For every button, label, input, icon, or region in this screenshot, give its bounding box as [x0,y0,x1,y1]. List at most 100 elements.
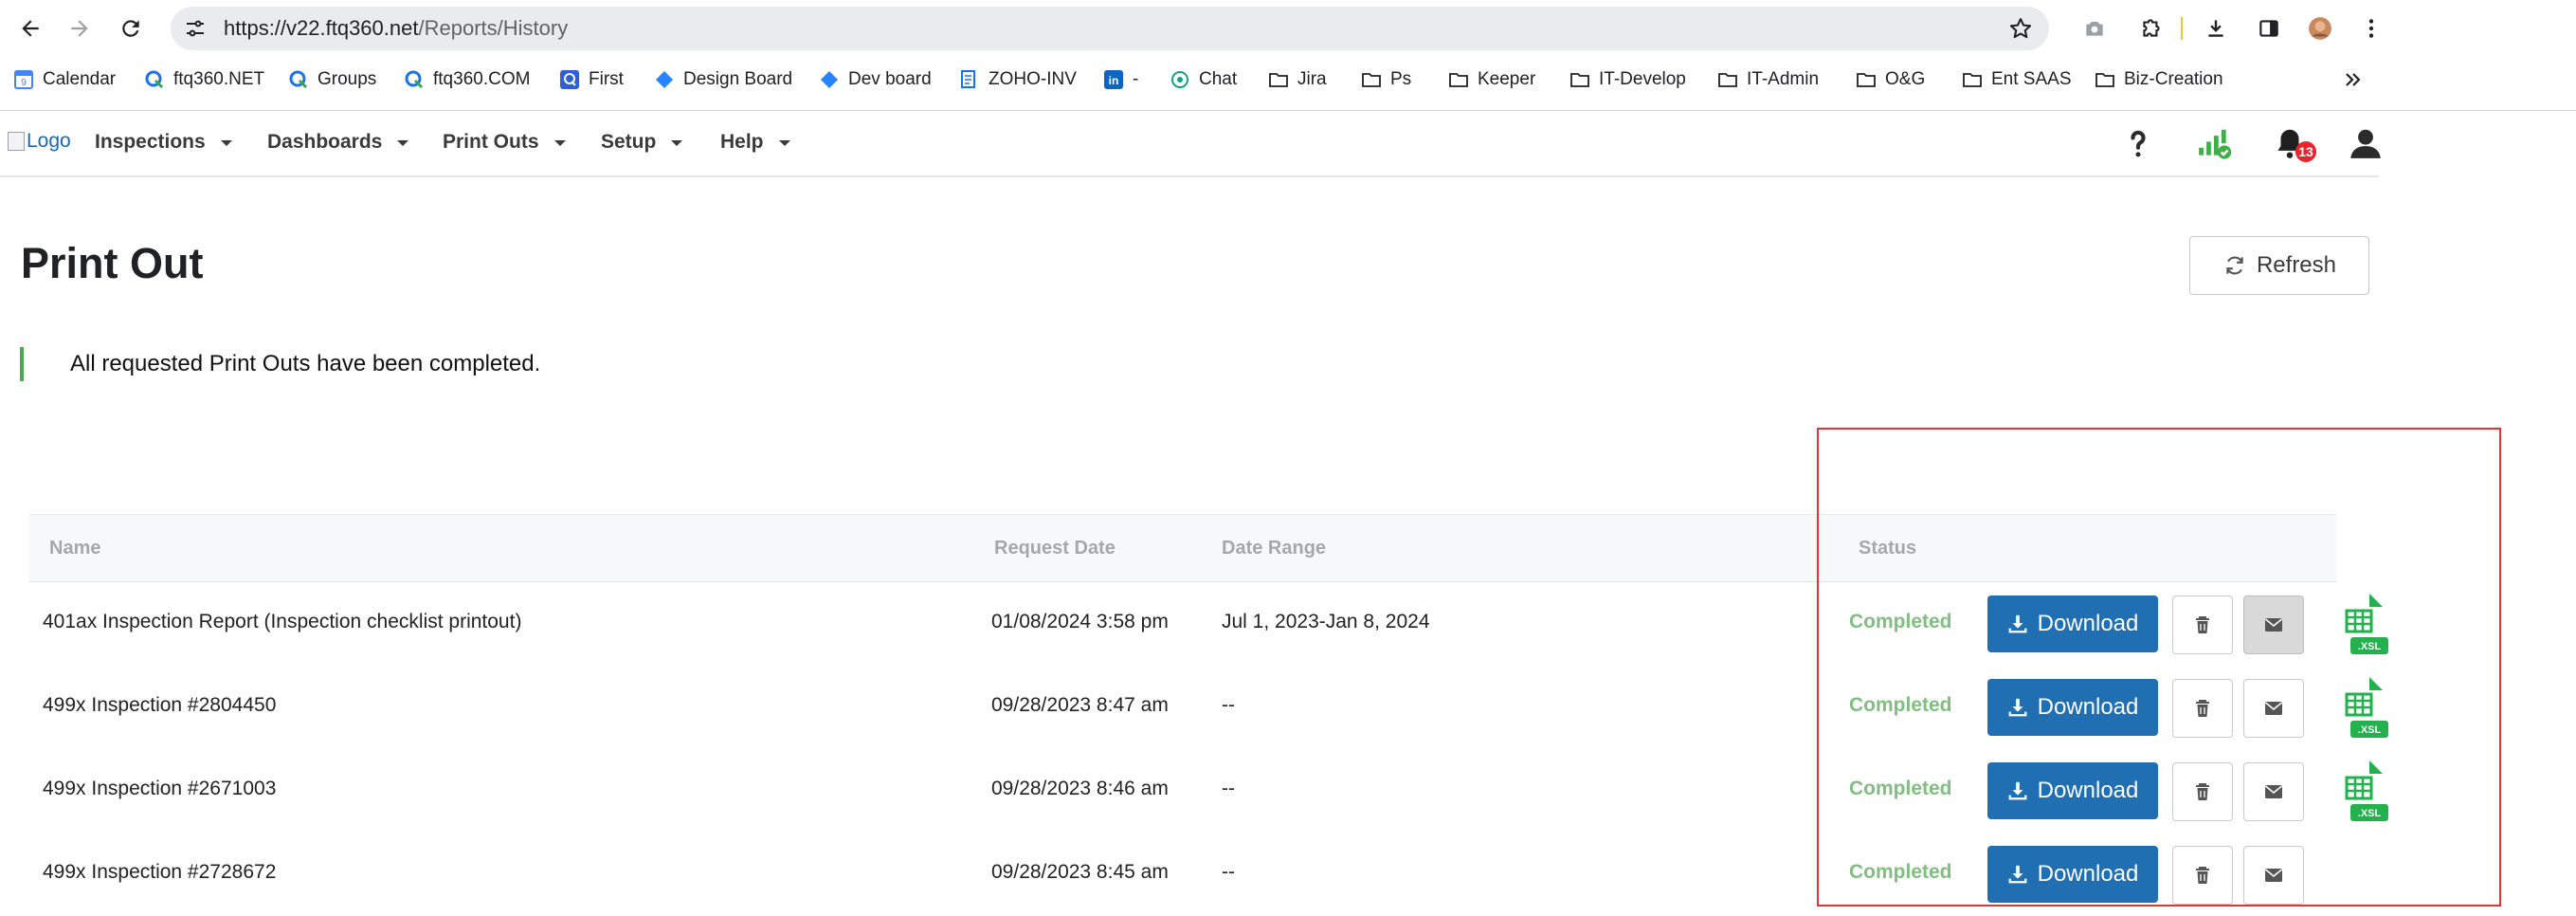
bookmark-design-board[interactable]: Design Board [654,63,792,97]
side-panel-icon[interactable] [2250,9,2288,47]
diamond-icon [819,69,840,90]
page-title: Print Out [21,239,204,287]
email-button[interactable] [2243,595,2304,654]
nav-dashboards[interactable]: Dashboards [267,131,409,154]
broken-image-icon [8,132,25,151]
bookmark-folder-ent-saas[interactable]: Ent SAAS [1962,63,2072,97]
user-account-icon[interactable] [2347,124,2385,162]
download-button[interactable]: Download [1987,679,2158,736]
trash-icon [2196,700,2209,717]
xsl-spreadsheet-icon[interactable]: .XSL [2337,673,2390,742]
xsl-spreadsheet-icon[interactable]: .XSL [2337,757,2390,825]
help-question-icon[interactable] [2119,124,2157,162]
bookmark-chat[interactable]: Chat [1170,63,1237,97]
nav-help[interactable]: Help [720,131,790,154]
back-arrow-icon[interactable] [11,9,49,47]
download-button[interactable]: Download [1987,762,2158,819]
nav-label: Dashboards [267,131,383,153]
logo[interactable]: Logo [8,130,71,153]
bookmark-linkedin[interactable]: in - [1103,63,1138,97]
profile-avatar[interactable] [2301,9,2339,47]
download-button[interactable]: Download [1987,595,2158,652]
trash-icon [2196,867,2209,884]
folder-icon [1962,69,1983,90]
delete-button[interactable] [2172,762,2233,821]
email-button[interactable] [2243,679,2304,738]
trash-icon [2196,783,2209,800]
download-label: Download [2037,694,2139,720]
bookmark-ftq360-net[interactable]: ftq360.NET [144,63,264,97]
bookmark-folder-jira[interactable]: Jira [1268,63,1327,97]
row-name: 401ax Inspection Report (Inspection chec… [43,611,522,632]
bookmark-star-icon[interactable] [2007,15,2034,42]
more-vertical-icon[interactable] [2352,9,2390,47]
column-header-name[interactable]: Name [49,538,100,559]
svg-text:9: 9 [21,78,27,88]
q-logo-icon [559,69,580,90]
bookmark-label: - [1133,69,1139,89]
bookmark-folder-ps[interactable]: Ps [1361,63,1411,97]
row-status: Completed [1849,778,1952,799]
bookmark-folder-biz-creation[interactable]: Biz-Creation [2095,63,2223,97]
column-header-date-range[interactable]: Date Range [1222,538,1326,559]
nav-setup[interactable]: Setup [601,131,683,154]
download-icon[interactable] [2197,9,2235,47]
caret-down-icon [220,140,232,146]
envelope-icon [2264,702,2283,715]
bookmark-dev-board[interactable]: Dev board [819,63,932,97]
toolbar-separator [2181,17,2183,40]
folder-icon [1569,69,1590,90]
camera-icon[interactable] [2076,9,2113,47]
envelope-icon [2264,869,2283,882]
extensions-puzzle-icon[interactable] [2132,9,2170,47]
logo-alt-text: Logo [27,130,71,152]
delete-button[interactable] [2172,679,2233,738]
browser-toolbar: https://v22.ftq360.net/Reports/History [0,0,2576,57]
site-settings-icon[interactable] [182,15,209,42]
row-request-date: 01/08/2024 3:58 pm [991,611,1169,632]
column-header-request-date[interactable]: Request Date [994,538,1116,559]
bookmark-calendar[interactable]: 9 Calendar [13,63,116,97]
column-header-status[interactable]: Status [1859,538,1916,559]
row-request-date: 09/28/2023 8:47 am [991,694,1169,716]
nav-inspections[interactable]: Inspections [95,131,232,154]
forward-arrow-icon[interactable] [61,9,99,47]
nav-print-outs[interactable]: Print Outs [443,131,566,154]
bookmark-folder-it-admin[interactable]: IT-Admin [1717,63,1819,97]
download-label: Download [2037,778,2139,803]
diamond-icon [654,69,675,90]
bookmark-label: Groups [317,69,377,89]
delete-button[interactable] [2172,846,2233,905]
ftq-logo-icon [144,69,165,90]
notifications-bell-icon[interactable]: 13 [2271,124,2316,162]
sync-signal-icon[interactable] [2195,124,2233,162]
xsl-spreadsheet-icon[interactable]: .XSL [2337,590,2390,658]
bookmark-folder-keeper[interactable]: Keeper [1448,63,1535,97]
address-bar[interactable]: https://v22.ftq360.net/Reports/History [171,7,2049,50]
envelope-icon [2264,618,2283,632]
email-button[interactable] [2243,846,2304,905]
caret-down-icon [778,140,790,146]
bookmark-label: Biz-Creation [2124,69,2223,89]
bookmark-zoho-inv[interactable]: ZOHO-INV [959,63,1077,97]
calendar-icon: 9 [13,69,34,90]
bookmark-first[interactable]: First [559,63,624,97]
bookmark-folder-it-develop[interactable]: IT-Develop [1569,63,1686,97]
bookmark-label: Jira [1297,69,1327,89]
bookmark-label: Keeper [1478,69,1536,89]
refresh-button[interactable]: Refresh [2189,236,2369,295]
folder-icon [1268,69,1289,90]
reload-icon[interactable] [112,9,150,47]
ftq-logo-icon [288,69,309,90]
bookmarks-overflow-icon[interactable] [2343,63,2364,97]
refresh-label: Refresh [2256,252,2337,278]
table-header: Name Request Date Date Range Status [29,514,2336,582]
svg-text:.XSL: .XSL [2358,808,2382,819]
bookmark-folder-og[interactable]: O&G [1856,63,1925,97]
bookmark-ftq360-com[interactable]: ftq360.COM [404,63,530,97]
row-name: 499x Inspection #2671003 [43,778,277,799]
email-button[interactable] [2243,762,2304,821]
bookmark-groups[interactable]: Groups [288,63,376,97]
delete-button[interactable] [2172,595,2233,654]
download-button[interactable]: Download [1987,846,2158,903]
